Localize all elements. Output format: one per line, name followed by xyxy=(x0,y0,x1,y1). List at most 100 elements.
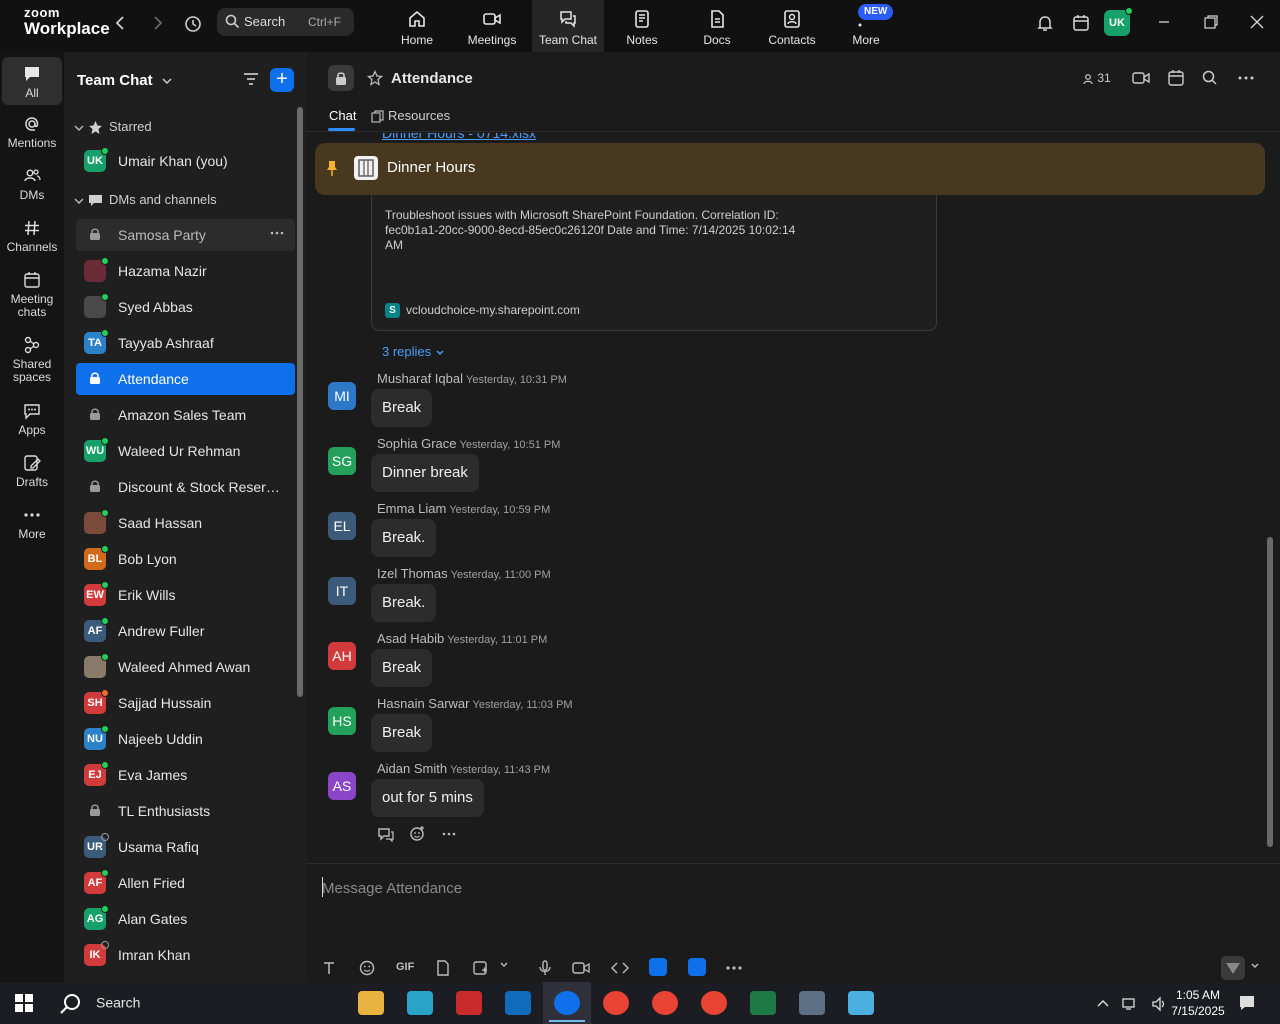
more-options-icon[interactable] xyxy=(269,225,285,241)
pinned-message-banner[interactable]: Dinner Hours xyxy=(315,143,1265,195)
message[interactable]: IT Izel Thomas Yesterday, 11:00 PM Break. xyxy=(307,566,1007,631)
avatar[interactable]: AS xyxy=(328,772,356,800)
taskbar-app-calculator[interactable] xyxy=(798,989,826,1017)
back-arrow-icon[interactable] xyxy=(112,14,132,34)
rail-apps[interactable]: Apps xyxy=(2,401,62,437)
taskbar-app-app-blue[interactable] xyxy=(406,989,434,1017)
sidebar-item[interactable]: AF Allen Fried xyxy=(76,867,295,899)
chat-scrollbar[interactable] xyxy=(1267,537,1273,847)
message[interactable]: EL Emma Liam Yesterday, 10:59 PM Break. xyxy=(307,501,1007,566)
gif-button[interactable]: GIF xyxy=(396,961,414,973)
filter-icon[interactable] xyxy=(242,70,260,88)
avatar[interactable]: IT xyxy=(328,577,356,605)
file-link[interactable]: Dinner Hours - 0714.xlsx xyxy=(382,133,536,141)
rail-meeting-chats[interactable]: Meeting chats xyxy=(2,270,62,319)
video-call-icon[interactable] xyxy=(1131,69,1151,87)
add-button[interactable]: + xyxy=(270,68,294,92)
sidebar-item[interactable]: WU Waleed Ur Rehman xyxy=(76,435,295,467)
windows-start-icon[interactable] xyxy=(15,994,33,1012)
rail-all[interactable]: All xyxy=(2,57,62,105)
file-icon[interactable] xyxy=(435,960,451,976)
minimize-icon[interactable] xyxy=(1155,13,1173,31)
sidebar-item[interactable]: SH Sajjad Hussain xyxy=(76,687,295,719)
channel-title[interactable]: Attendance xyxy=(391,70,473,87)
bell-icon[interactable] xyxy=(1035,13,1055,33)
tab-home[interactable]: Home xyxy=(381,0,453,52)
taskbar-app-excel[interactable] xyxy=(749,989,777,1017)
message-author[interactable]: Izel Thomas xyxy=(377,566,448,581)
forward-arrow-icon[interactable] xyxy=(148,14,168,34)
send-button[interactable] xyxy=(1221,956,1245,980)
message[interactable]: AH Asad Habib Yesterday, 11:01 PM Break xyxy=(307,631,1007,696)
message-author[interactable]: Asad Habib xyxy=(377,631,444,646)
sidebar-item-umair-khan[interactable]: UK Umair Khan (you) xyxy=(76,145,295,177)
network-icon[interactable] xyxy=(1122,996,1138,1012)
avatar[interactable]: MI xyxy=(328,382,356,410)
replies-toggle[interactable]: 3 replies xyxy=(382,344,445,359)
sidebar-item[interactable]: BL Bob Lyon xyxy=(76,543,295,575)
screenshot-icon[interactable] xyxy=(472,960,488,976)
taskbar-clock[interactable]: 1:05 AM 7/15/2025 xyxy=(1168,987,1228,1019)
zoom-logo[interactable]: zoom Workplace xyxy=(24,6,110,37)
more-options-icon[interactable] xyxy=(441,826,457,842)
sidebar-item[interactable]: TA Tayyab Ashraaf xyxy=(76,327,295,359)
avatar[interactable]: EL xyxy=(328,512,356,540)
history-icon[interactable] xyxy=(183,14,203,34)
add-reaction-icon[interactable] xyxy=(409,825,426,842)
member-count-button[interactable]: 31 xyxy=(1082,71,1111,85)
tab-notes[interactable]: Notes xyxy=(606,0,678,52)
sidebar-item[interactable]: Saad Hassan xyxy=(76,507,295,539)
taskbar-app-chrome-3[interactable] xyxy=(700,989,728,1017)
sidebar-item[interactable]: Attendance xyxy=(76,363,295,395)
tab-resources[interactable]: Resources xyxy=(371,108,450,123)
avatar[interactable]: SG xyxy=(328,447,356,475)
message-bubble[interactable]: Break xyxy=(371,389,433,427)
sidebar-item[interactable]: Samosa Party xyxy=(76,219,295,251)
more-tools-icon[interactable] xyxy=(725,960,743,976)
message-bubble[interactable]: Break. xyxy=(371,519,437,557)
tab-meetings[interactable]: Meetings xyxy=(456,0,528,52)
calendar-app-icon[interactable] xyxy=(1071,13,1091,33)
format-text-icon[interactable] xyxy=(321,960,337,976)
sidebar-item[interactable]: TL Enthusiasts xyxy=(76,795,295,827)
message[interactable]: SG Sophia Grace Yesterday, 10:51 PM Dinner … xyxy=(307,436,1007,501)
message-bubble[interactable]: Dinner break xyxy=(371,454,479,492)
sidebar-item[interactable]: Discount & Stock Reservati... xyxy=(76,471,295,503)
sidebar-item[interactable]: Hazama Nazir xyxy=(76,255,295,287)
message-composer[interactable]: Message Attendance GIF xyxy=(307,863,1280,982)
more-options-icon[interactable] xyxy=(1237,69,1255,87)
search-icon[interactable] xyxy=(1201,69,1219,87)
rail-dms[interactable]: DMs xyxy=(2,166,62,202)
rail-channels[interactable]: Channels xyxy=(2,218,62,254)
sidebar-item[interactable]: Waleed Ahmed Awan xyxy=(76,651,295,683)
message[interactable]: MI Musharaf Iqbal Yesterday, 10:31 PM Break xyxy=(307,371,1007,436)
rail-more[interactable]: More xyxy=(2,505,62,541)
sidebar-item[interactable]: EJ Eva James xyxy=(76,759,295,791)
message-bubble[interactable]: Break xyxy=(371,714,433,752)
message-author[interactable]: Sophia Grace xyxy=(377,436,457,451)
starred-section-header[interactable]: Starred xyxy=(74,119,152,135)
sidebar-item[interactable]: EW Erik Wills xyxy=(76,579,295,611)
taskbar-app-filezilla[interactable] xyxy=(455,989,483,1017)
taskbar-app-outlook[interactable] xyxy=(504,989,532,1017)
star-outline-icon[interactable] xyxy=(367,70,383,86)
sidebar-item[interactable]: NU Najeeb Uddin xyxy=(76,723,295,755)
sidebar-item[interactable]: Amazon Sales Team xyxy=(76,399,295,431)
message[interactable]: HS Hasnain Sarwar Yesterday, 11:03 PM Break xyxy=(307,696,1007,761)
chevron-down-icon[interactable] xyxy=(1250,961,1260,971)
code-icon[interactable] xyxy=(611,960,629,976)
app-icon-1[interactable] xyxy=(649,958,667,976)
rail-mentions[interactable]: Mentions xyxy=(2,114,62,150)
app-icon-2[interactable] xyxy=(688,958,706,976)
dms-section-header[interactable]: DMs and channels xyxy=(74,192,217,208)
rail-shared-spaces[interactable]: Shared spaces xyxy=(2,335,62,384)
taskbar-app-zoom[interactable] xyxy=(543,982,591,1024)
user-avatar[interactable]: UK xyxy=(1104,7,1133,36)
taskbar-app-file-explorer[interactable] xyxy=(357,989,385,1017)
sidebar-title[interactable]: Team Chat xyxy=(77,72,173,89)
volume-icon[interactable] xyxy=(1151,996,1167,1012)
message-author[interactable]: Musharaf Iqbal xyxy=(377,371,463,386)
sidebar-item[interactable]: AG Alan Gates xyxy=(76,903,295,935)
tab-contacts[interactable]: Contacts xyxy=(756,0,828,52)
schedule-icon[interactable] xyxy=(1166,69,1186,87)
